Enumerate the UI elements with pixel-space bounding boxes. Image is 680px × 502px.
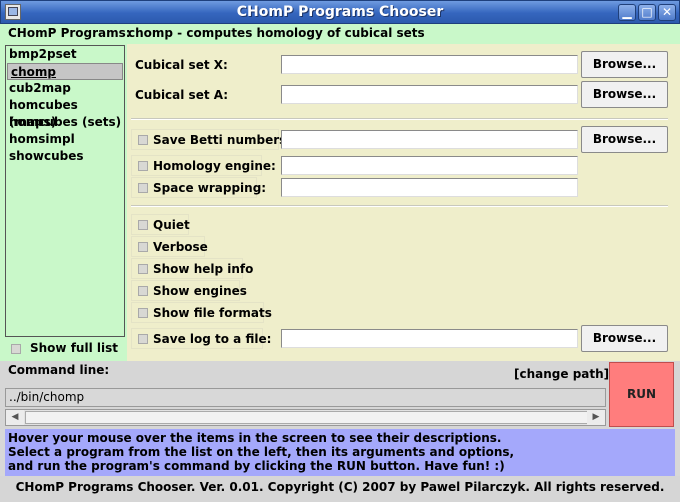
- show-full-list-label: Show full list: [30, 341, 118, 355]
- save-log-checkbox[interactable]: [138, 334, 148, 344]
- help-text-area: Hover your mouse over the items in the s…: [5, 429, 675, 476]
- save-betti-label: Save Betti numbers:: [153, 133, 292, 147]
- browse-betti-button[interactable]: Browse...: [581, 126, 668, 153]
- programs-label: CHomP Programs:: [8, 26, 131, 40]
- show-engines-option[interactable]: Show engines: [131, 280, 247, 301]
- maximize-button[interactable]: □: [638, 4, 656, 21]
- show-file-formats-checkbox[interactable]: [138, 308, 148, 318]
- save-betti-checkbox[interactable]: [138, 135, 148, 145]
- program-item-homcubes-maps[interactable]: homcubes (maps): [6, 97, 124, 129]
- minimize-button[interactable]: ▁: [618, 4, 636, 21]
- program-list[interactable]: bmp2pset chomp cub2map homcubes (maps) h…: [5, 45, 125, 337]
- title-bar[interactable]: CHomP Programs Chooser ▁ □ ✕: [0, 0, 680, 24]
- verbose-label: Verbose: [153, 240, 208, 254]
- scroll-right-icon[interactable]: ▶: [587, 410, 605, 425]
- help-line-3: and run the program's command by clickin…: [8, 459, 505, 473]
- save-log-input[interactable]: [281, 329, 578, 348]
- show-help-info-option[interactable]: Show help info: [131, 258, 253, 279]
- scroll-left-icon[interactable]: ◀: [6, 410, 24, 425]
- cubical-set-a-input[interactable]: [281, 85, 578, 104]
- quiet-label: Quiet: [153, 218, 190, 232]
- homology-engine-label: Homology engine:: [153, 159, 276, 173]
- programs-header: CHomP Programs: chomp - computes homolog…: [0, 24, 680, 44]
- run-button[interactable]: RUN: [609, 362, 674, 427]
- show-help-info-label: Show help info: [153, 262, 254, 276]
- show-engines-label: Show engines: [153, 284, 247, 298]
- footer-copyright: CHomP Programs Chooser. Ver. 0.01. Copyr…: [0, 476, 680, 502]
- save-betti-input[interactable]: [281, 130, 578, 149]
- command-line-label: Command line:: [8, 363, 110, 377]
- show-file-formats-option[interactable]: Show file formats: [131, 302, 272, 323]
- browse-a-button[interactable]: Browse...: [581, 81, 668, 108]
- separator: [131, 205, 668, 207]
- cubical-set-x-input[interactable]: [281, 55, 578, 74]
- cubical-set-a-label: Cubical set A:: [135, 88, 229, 102]
- verbose-checkbox[interactable]: [138, 242, 148, 252]
- program-description: chomp - computes homology of cubical set…: [128, 26, 425, 40]
- save-log-label: Save log to a file:: [153, 332, 272, 346]
- homology-engine-option[interactable]: Homology engine:: [131, 155, 276, 176]
- program-item-bmp2pset[interactable]: bmp2pset: [6, 46, 124, 63]
- window-title: CHomP Programs Chooser: [236, 4, 444, 20]
- save-betti-option[interactable]: Save Betti numbers:: [131, 129, 291, 150]
- save-log-option[interactable]: Save log to a file:: [131, 328, 271, 349]
- space-wrapping-checkbox[interactable]: [138, 183, 148, 193]
- program-item-showcubes[interactable]: showcubes: [6, 148, 124, 165]
- show-file-formats-label: Show file formats: [153, 306, 272, 320]
- help-line-2: Select a program from the list on the le…: [8, 445, 515, 459]
- program-item-cub2map[interactable]: cub2map: [6, 80, 124, 97]
- help-line-1: Hover your mouse over the items in the s…: [8, 431, 502, 445]
- space-wrapping-input[interactable]: [281, 178, 578, 197]
- cubical-set-x-label: Cubical set X:: [135, 58, 228, 72]
- show-help-info-checkbox[interactable]: [138, 264, 148, 274]
- command-scrollbar[interactable]: ◀ ▶: [5, 409, 606, 426]
- program-item-homsimpl[interactable]: homsimpl: [6, 131, 124, 148]
- space-wrapping-option[interactable]: Space wrapping:: [131, 177, 266, 198]
- show-full-list-checkbox[interactable]: [11, 344, 21, 354]
- quiet-checkbox[interactable]: [138, 220, 148, 230]
- show-engines-checkbox[interactable]: [138, 286, 148, 296]
- scrollbar-thumb[interactable]: [25, 411, 590, 424]
- separator: [131, 118, 668, 120]
- browse-x-button[interactable]: Browse...: [581, 51, 668, 78]
- verbose-option[interactable]: Verbose: [131, 236, 208, 257]
- close-button[interactable]: ✕: [658, 4, 676, 21]
- space-wrapping-label: Space wrapping:: [153, 181, 267, 195]
- program-item-homcubes-sets[interactable]: homcubes (sets): [6, 114, 124, 131]
- command-line-input[interactable]: ../bin/chomp: [5, 388, 606, 407]
- homology-engine-checkbox[interactable]: [138, 161, 148, 171]
- change-path-link[interactable]: [change path]: [514, 367, 609, 381]
- homology-engine-input[interactable]: [281, 156, 578, 175]
- quiet-option[interactable]: Quiet: [131, 214, 190, 235]
- browse-log-button[interactable]: Browse...: [581, 325, 668, 352]
- program-item-chomp[interactable]: chomp: [7, 63, 123, 80]
